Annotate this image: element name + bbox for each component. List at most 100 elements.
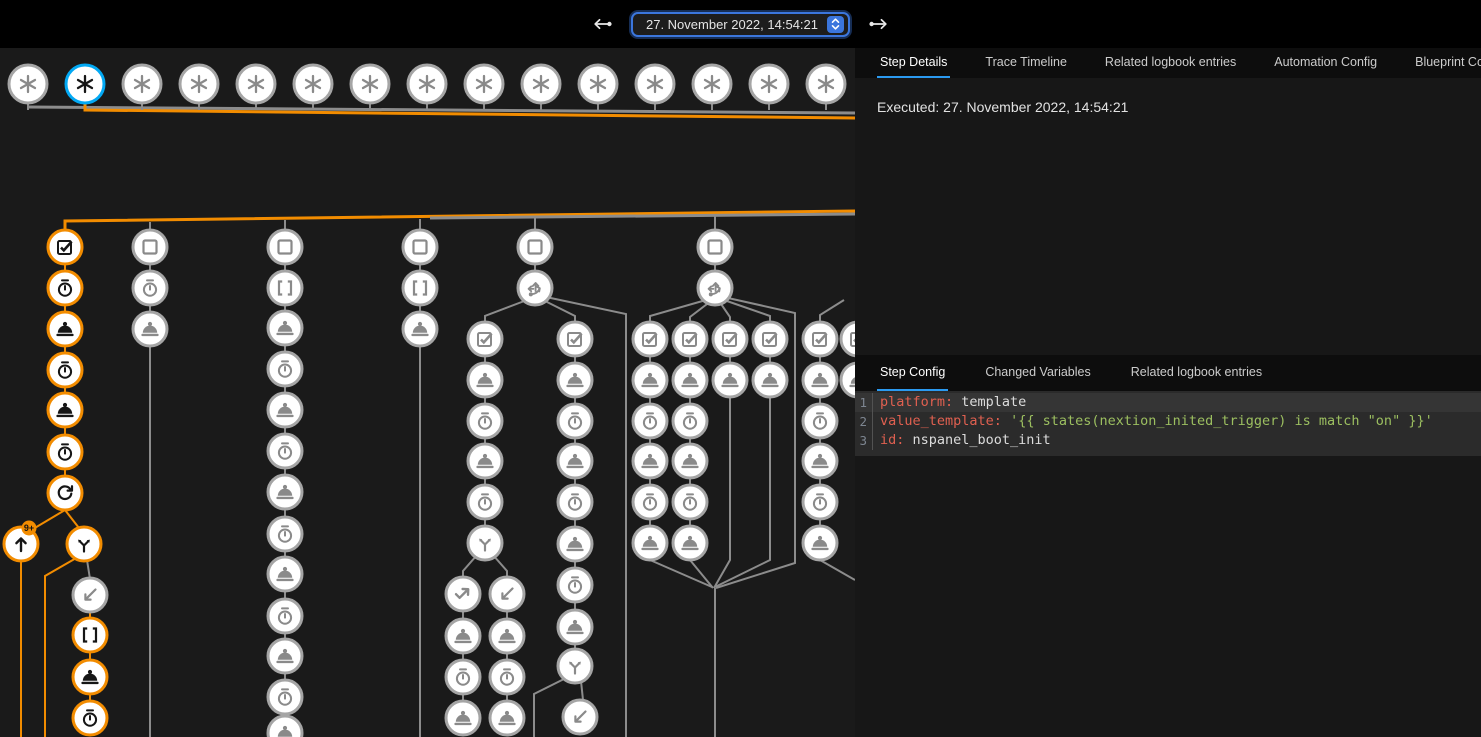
trace-node-bell-icon[interactable]: [490, 701, 524, 735]
trace-node-bell-icon[interactable]: [803, 526, 837, 560]
trace-node-checkbox-icon[interactable]: [713, 322, 747, 356]
previous-trace-button[interactable]: [588, 10, 616, 38]
trace-node-timer-icon[interactable]: [446, 660, 480, 694]
trace-node-asterisk-icon[interactable]: [66, 65, 104, 103]
trace-node-timer-icon[interactable]: [673, 404, 707, 438]
trace-node-bell-icon[interactable]: [558, 527, 592, 561]
trace-node-timer-icon[interactable]: [48, 435, 82, 469]
trace-node-timer-icon[interactable]: [558, 568, 592, 602]
trace-node-timer-icon[interactable]: [268, 517, 302, 551]
trace-node-bell-icon[interactable]: [268, 311, 302, 345]
trace-node-brackets-icon[interactable]: [268, 271, 302, 305]
step-config-code-editor[interactable]: 1platform: template2value_template: '{{ …: [855, 391, 1481, 456]
trace-node-bell-icon[interactable]: [48, 312, 82, 346]
trace-node-bell-icon[interactable]: [268, 716, 302, 737]
trace-node-asterisk-icon[interactable]: [351, 65, 389, 103]
trace-node-timer-icon[interactable]: [633, 485, 667, 519]
trace-node-asterisk-icon[interactable]: [693, 65, 731, 103]
trace-node-asterisk-icon[interactable]: [465, 65, 503, 103]
trace-node-bell-icon[interactable]: [268, 557, 302, 591]
trace-node-bell-icon[interactable]: [558, 363, 592, 397]
trace-node-choose-icon[interactable]: [518, 271, 552, 305]
trace-node-split-icon[interactable]: [468, 526, 502, 560]
tab-changed-variables[interactable]: Changed Variables: [982, 355, 1093, 391]
trace-node-arrow-sw-icon[interactable]: [563, 700, 597, 734]
trace-node-arrow-sw-icon[interactable]: [490, 577, 524, 611]
trace-date-select[interactable]: 27. November 2022, 14:54:21: [631, 12, 850, 37]
trace-node-asterisk-icon[interactable]: [750, 65, 788, 103]
trace-node-timer-icon[interactable]: [268, 434, 302, 468]
trace-node-timer-icon[interactable]: [558, 485, 592, 519]
trace-node-bell-icon[interactable]: [673, 363, 707, 397]
code-line[interactable]: 2value_template: '{{ states(nextion_init…: [855, 412, 1481, 431]
code-line[interactable]: 3id: nspanel_boot_init: [855, 431, 1481, 450]
trace-node-bell-icon[interactable]: [633, 363, 667, 397]
trace-node-timer-icon[interactable]: [268, 352, 302, 386]
tab-blueprint-config[interactable]: Blueprint Config: [1412, 48, 1481, 78]
code-line[interactable]: 1platform: template: [855, 393, 1481, 412]
trace-node-checkbox-icon[interactable]: [558, 322, 592, 356]
trace-node-timer-icon[interactable]: [633, 404, 667, 438]
tab-related-logbook-entries[interactable]: Related logbook entries: [1128, 355, 1265, 391]
trace-node-checkbox-icon[interactable]: [673, 322, 707, 356]
trace-node-timer-icon[interactable]: [48, 271, 82, 305]
trace-node-bell-icon[interactable]: [713, 363, 747, 397]
trace-node-timer-icon[interactable]: [490, 660, 524, 694]
trace-node-bell-icon[interactable]: [558, 444, 592, 478]
trace-node-bell-icon[interactable]: [446, 701, 480, 735]
trace-node-asterisk-icon[interactable]: [636, 65, 674, 103]
trace-node-checkbox-icon[interactable]: [803, 322, 837, 356]
trace-node-timer-icon[interactable]: [468, 404, 502, 438]
trace-node-bell-icon[interactable]: [73, 660, 107, 694]
trace-node-bell-icon[interactable]: [268, 393, 302, 427]
trace-node-checkbox-icon[interactable]: [841, 322, 855, 356]
trace-node-square-icon[interactable]: [698, 230, 732, 264]
trace-node-brackets-icon[interactable]: [73, 618, 107, 652]
trace-node-bell-icon[interactable]: [558, 610, 592, 644]
trace-node-choose-icon[interactable]: [698, 271, 732, 305]
trace-node-checkbox-icon[interactable]: [633, 322, 667, 356]
trace-node-timer-icon[interactable]: [803, 404, 837, 438]
trace-node-asterisk-icon[interactable]: [579, 65, 617, 103]
trace-node-bell-icon[interactable]: [753, 363, 787, 397]
trace-node-brackets-icon[interactable]: [403, 271, 437, 305]
trace-node-square-icon[interactable]: [518, 230, 552, 264]
trace-node-checkbox-icon[interactable]: [468, 322, 502, 356]
trace-node-timer-icon[interactable]: [48, 353, 82, 387]
trace-node-bell-icon[interactable]: [468, 444, 502, 478]
trace-node-timer-icon[interactable]: [558, 404, 592, 438]
trace-node-timer-icon[interactable]: [133, 271, 167, 305]
trace-node-bell-icon[interactable]: [446, 619, 480, 653]
trace-node-repeat-icon[interactable]: [48, 476, 82, 510]
trace-node-timer-icon[interactable]: [803, 485, 837, 519]
trace-node-bell-icon[interactable]: [133, 312, 167, 346]
trace-node-asterisk-icon[interactable]: [408, 65, 446, 103]
trace-node-asterisk-icon[interactable]: [9, 65, 47, 103]
trace-node-bell-icon[interactable]: [803, 444, 837, 478]
trace-node-timer-icon[interactable]: [268, 680, 302, 714]
trace-node-arrow-sw-icon[interactable]: [73, 578, 107, 612]
trace-node-timer-icon[interactable]: [73, 701, 107, 735]
trace-node-bell-icon[interactable]: [468, 363, 502, 397]
trace-node-checkbox-icon[interactable]: [48, 230, 82, 264]
trace-node-check-arrow-icon[interactable]: [446, 577, 480, 611]
trace-node-asterisk-icon[interactable]: [237, 65, 275, 103]
trace-node-bell-icon[interactable]: [48, 393, 82, 427]
trace-node-bell-icon[interactable]: [268, 639, 302, 673]
trace-node-timer-icon[interactable]: [268, 599, 302, 633]
tab-automation-config[interactable]: Automation Config: [1271, 48, 1380, 78]
trace-node-asterisk-icon[interactable]: [522, 65, 560, 103]
trace-node-square-icon[interactable]: [133, 230, 167, 264]
trace-node-bell-icon[interactable]: [268, 475, 302, 509]
tab-step-details[interactable]: Step Details: [877, 48, 950, 78]
trace-node-asterisk-icon[interactable]: [180, 65, 218, 103]
trace-node-bell-icon[interactable]: [673, 444, 707, 478]
trace-node-bell-icon[interactable]: [490, 619, 524, 653]
trace-node-bell-icon[interactable]: [841, 363, 855, 397]
tab-step-config[interactable]: Step Config: [877, 355, 948, 391]
trace-node-split-icon[interactable]: [558, 649, 592, 683]
trace-node-checkbox-icon[interactable]: [753, 322, 787, 356]
tab-related-logbook-entries[interactable]: Related logbook entries: [1102, 48, 1239, 78]
tab-trace-timeline[interactable]: Trace Timeline: [982, 48, 1070, 78]
trace-node-square-icon[interactable]: [403, 230, 437, 264]
